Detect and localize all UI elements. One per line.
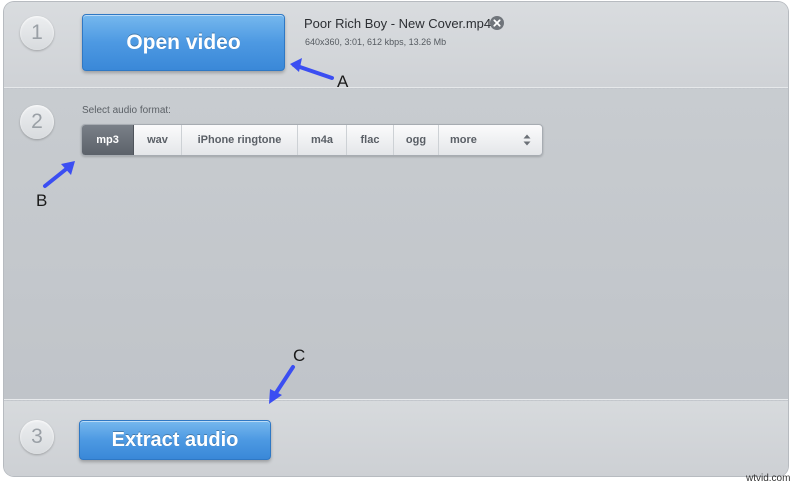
annotation-arrow-b — [43, 161, 75, 188]
format-option-flac[interactable]: flac — [347, 125, 394, 155]
open-video-button[interactable]: Open video — [82, 14, 285, 71]
format-option-ogg[interactable]: ogg — [394, 125, 439, 155]
format-option-m4a[interactable]: m4a — [298, 125, 347, 155]
format-option-more[interactable]: more — [439, 125, 542, 155]
step-number-1: 1 — [20, 16, 54, 50]
more-label: more — [450, 134, 477, 146]
step-open-video: 1 Open video Poor Rich Boy - New Cover.m… — [4, 2, 788, 88]
close-icon[interactable] — [490, 16, 504, 30]
file-name: Poor Rich Boy - New Cover.mp4 — [304, 16, 492, 31]
annotation-label-c: C — [293, 346, 306, 365]
annotation-label-a: A — [337, 72, 349, 91]
updown-icon — [523, 134, 531, 146]
extract-audio-button[interactable]: Extract audio — [79, 420, 271, 460]
step-extract-audio: 3 Extract audio — [4, 401, 788, 476]
step-audio-format: 2 Select audio format: mp3 wav iPhone ri… — [4, 89, 788, 400]
format-option-iphone-ringtone[interactable]: iPhone ringtone — [182, 125, 298, 155]
annotation-label-b: B — [36, 191, 48, 210]
file-info: 640x360, 3:01, 612 kbps, 13.26 Mb — [305, 37, 447, 47]
annotation-arrow-a — [290, 58, 334, 80]
step-number-3: 3 — [20, 420, 54, 454]
format-label: Select audio format: — [82, 105, 171, 116]
audio-extractor-panel: 1 Open video Poor Rich Boy - New Cover.m… — [4, 2, 788, 476]
annotation-arrow-c — [269, 365, 295, 404]
step-number-2: 2 — [20, 105, 54, 139]
watermark: wtvid.com — [746, 473, 791, 484]
format-selector: mp3 wav iPhone ringtone m4a flac ogg mor… — [81, 124, 543, 156]
format-option-mp3[interactable]: mp3 — [82, 125, 134, 155]
format-option-wav[interactable]: wav — [134, 125, 182, 155]
